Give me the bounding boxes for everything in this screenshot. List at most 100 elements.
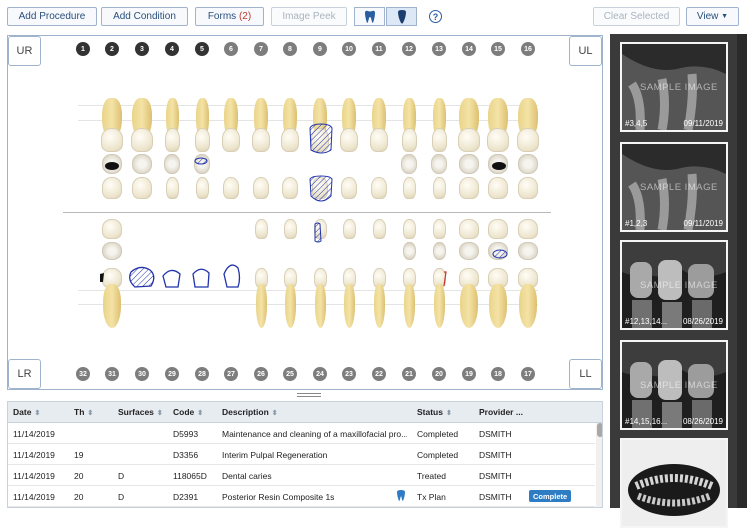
thumbnail-teeth: #14,15,16... [625,417,668,426]
xray-thumbnail[interactable]: SAMPLE IMAGE #3,4,5 09/11/2019 [620,42,728,132]
table-row[interactable]: 11/14/2019 20 D D2391 Posterior Resin Compos… [8,486,595,507]
cell-provider: DSMITH [479,471,512,481]
watermark-text: SAMPLE IMAGE [640,280,718,291]
table-row[interactable]: 11/14/2019 19 D3356 Interim Pulpal Regenera… [8,444,595,465]
tooth-30-outline [129,266,155,288]
tooth-9-lingual-marking [309,175,333,202]
add-procedure-button[interactable]: Add Procedure [7,7,97,26]
cell-code: 118065D [173,471,207,481]
cell-description: Interim Pulpal Regeneration [222,450,328,460]
caret-down-icon: ▼ [721,13,729,20]
cell-provider: DSMITH [479,429,512,439]
watermark-text: SAMPLE IMAGE [640,82,718,93]
cell-description: Maintenance and cleaning of a maxillofac… [222,429,407,439]
sort-icon: ⬍ [271,410,278,417]
sort-icon: ⬍ [34,410,41,417]
scrollbar-thumb[interactable] [597,423,602,437]
cell-th: 20 [74,471,84,481]
procedure-table: Date ⬍ Th ⬍ Surfaces ⬍ Code ⬍ Description ⬍ S… [7,401,603,508]
xray-thumbnail[interactable]: SAMPLE IMAGE #12,13,14... 08/26/2019 [620,240,728,330]
column-header-provider[interactable]: Provider ... [479,407,523,417]
cell-th: 19 [74,450,84,460]
root-view-toggle[interactable] [386,7,417,26]
cell-provider: DSMITH [479,450,512,460]
column-header-description[interactable]: Description ⬍ [222,407,278,417]
cell-code: D5993 [173,429,199,439]
forms-label: Forms [207,11,237,22]
thumbnail-date: 09/11/2019 [683,219,723,228]
clear-selected-button[interactable]: Clear Selected [593,7,680,26]
tooth-20-caries-marking [443,271,447,287]
root-tooth-icon [397,9,406,23]
cell-description: Dental caries [222,471,272,481]
image-sidebar: SAMPLE IMAGE #3,4,5 09/11/2019 SAMPLE IMAGE… [610,34,747,528]
column-header-date[interactable]: Date ⬍ [13,407,40,417]
sort-icon: ⬍ [156,410,163,417]
view-dropdown-button[interactable]: View ▼ [686,7,739,26]
toolbar: Add Procedure Add Condition Forms (2) Im… [0,0,747,34]
tooth-24-marking [314,222,322,243]
cell-status: Tx Plan [417,492,446,502]
tooth-9-facial-marking [309,123,333,154]
add-condition-button[interactable]: Add Condition [101,7,188,26]
cell-th: 20 [74,492,84,502]
tooth-28-outline [192,268,210,288]
cell-date: 11/14/2019 [13,492,55,502]
cell-status: Treated [417,471,446,481]
forms-button[interactable]: Forms (2) [195,7,264,26]
thumbnail-date: 08/26/2019 [682,317,723,326]
tooth-chart: UR UL LR LL 1 2 3 4 5 6 7 8 9 10 11 12 13 14 15 16 32 31… [7,35,603,390]
cell-description: Posterior Resin Composite 1s [222,492,335,502]
chart-markings [100,123,508,288]
cell-surfaces: D [118,471,125,481]
watermark-text: SAMPLE IMAGE [640,182,718,193]
sort-icon: ⬍ [445,410,452,417]
column-header-tooth[interactable]: Th ⬍ [74,407,93,417]
thumbnail-date: 09/11/2019 [683,119,723,128]
tooth-icon [396,490,406,502]
tooth-2-occlusal-caries [105,162,119,170]
sort-icon: ⬍ [87,410,94,417]
panel-splitter-handle[interactable] [297,393,321,397]
cell-date: 11/14/2019 [13,429,55,439]
watermark-text: SAMPLE IMAGE [640,380,718,391]
forms-count: (2) [238,11,252,22]
tooth-29-outline [162,269,181,288]
thumbnail-caption: #12,13,14... 08/26/2019 [625,317,723,326]
cell-provider: DSMITH [479,492,512,502]
table-row[interactable]: 11/14/2019 20 D 118065D Dental caries Treated… [8,465,595,486]
molar-icon [364,10,375,23]
image-peek-button[interactable]: Image Peek [271,7,347,26]
cell-status: Completed [417,429,459,439]
xray-image [622,440,726,526]
tooth-15-occlusal-caries [492,162,506,170]
xray-thumbnail[interactable]: SAMPLE IMAGE #14,15,16... 08/26/2019 [620,340,728,430]
column-header-code[interactable]: Code ⬍ [173,407,203,417]
complete-button[interactable]: Complete [529,490,572,502]
cell-code: D3356 [173,450,199,460]
cell-code: D2391 [173,492,199,502]
table-header: Date ⬍ Th ⬍ Surfaces ⬍ Code ⬍ Description ⬍ S… [8,402,602,423]
xray-thumbnail[interactable]: SAMPLE IMAGE #1,2,3 09/11/2019 [620,142,728,232]
cell-date: 11/14/2019 [13,471,55,481]
column-header-surfaces[interactable]: Surfaces ⬍ [118,407,163,417]
sidebar-scrollbar[interactable] [737,34,747,508]
thumbnail-caption: #3,4,5 09/11/2019 [625,119,723,128]
table-scrollbar[interactable] [596,423,602,507]
table-row[interactable]: 11/14/2019 D5993 Maintenance and cleaning … [8,423,595,444]
tooth-view-toggle[interactable] [354,7,385,26]
view-label: View [696,11,719,22]
thumbnail-teeth: #12,13,14... [625,317,668,326]
thumbnail-caption: #14,15,16... 08/26/2019 [625,417,723,426]
column-header-status[interactable]: Status ⬍ [417,407,452,417]
thumbnail-teeth: #3,4,5 [625,119,648,128]
tooth-4-occlusal-marking [194,157,208,165]
tooth-18-occlusal-marking [492,249,508,259]
cell-date: 11/14/2019 [13,450,55,460]
thumbnail-date: 08/26/2019 [682,417,723,426]
sort-icon: ⬍ [197,410,204,417]
xray-thumbnail[interactable] [620,438,728,528]
tooth-31-caries-marking [100,273,104,282]
help-icon[interactable]: ? [429,10,442,23]
cell-surfaces: D [118,492,125,502]
